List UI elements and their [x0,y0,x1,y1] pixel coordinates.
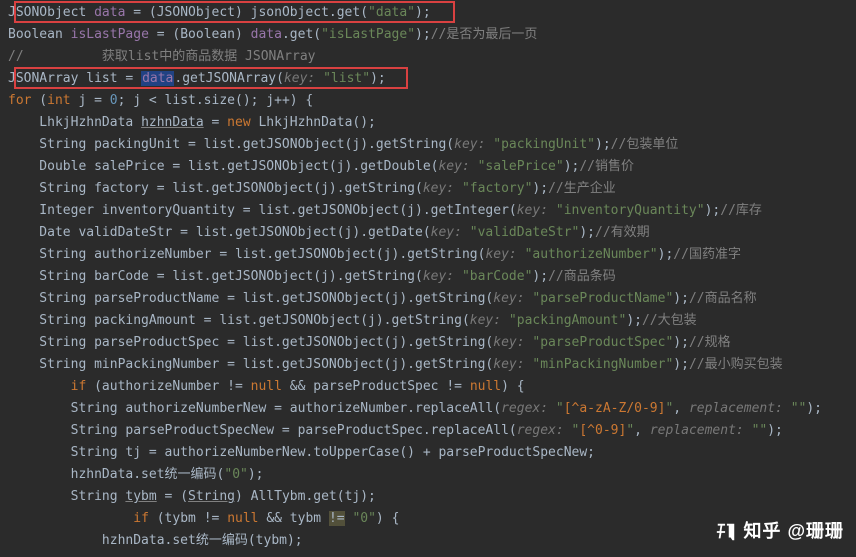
code-line: String parseProductSpecNew = parseProduc… [8,420,856,442]
code-line: hzhnData.set统一编码("0"); [8,464,856,486]
code-line: LhkjHzhnData hzhnData = new LhkjHzhnData… [8,112,856,134]
code-line: Double salePrice = list.getJSONObject(j)… [8,156,856,178]
code-line: JSONObject data = (JSONObject) jsonObjec… [8,2,856,24]
code-line: // 获取list中的商品数据 JSONArray [8,46,856,68]
code-line: for (int j = 0; j < list.size(); j++) { [8,90,856,112]
code-line: String parseProductName = list.getJSONOb… [8,288,856,310]
code-line: String authorizeNumber = list.getJSONObj… [8,244,856,266]
code-line: if (authorizeNumber != null && parseProd… [8,376,856,398]
code-line: JSONArray list = data.getJSONArray(key: … [8,68,856,90]
zhihu-icon [715,521,737,543]
watermark: 知乎 @珊珊 [715,520,844,543]
code-line: String tybm = (String) AllTybm.get(tj); [8,486,856,508]
code-line: String parseProductSpec = list.getJSONOb… [8,332,856,354]
code-line: Boolean isLastPage = (Boolean) data.get(… [8,24,856,46]
code-line: String factory = list.getJSONObject(j).g… [8,178,856,200]
code-line: String authorizeNumberNew = authorizeNum… [8,398,856,420]
code-line: String minPackingNumber = list.getJSONOb… [8,354,856,376]
code-line: String packingUnit = list.getJSONObject(… [8,134,856,156]
code-editor: JSONObject data = (JSONObject) jsonObjec… [8,2,856,552]
code-line: String barCode = list.getJSONObject(j).g… [8,266,856,288]
code-line: Date validDateStr = list.getJSONObject(j… [8,222,856,244]
code-line: Integer inventoryQuantity = list.getJSON… [8,200,856,222]
code-line: String tj = authorizeNumberNew.toUpperCa… [8,442,856,464]
code-line: String packingAmount = list.getJSONObjec… [8,310,856,332]
